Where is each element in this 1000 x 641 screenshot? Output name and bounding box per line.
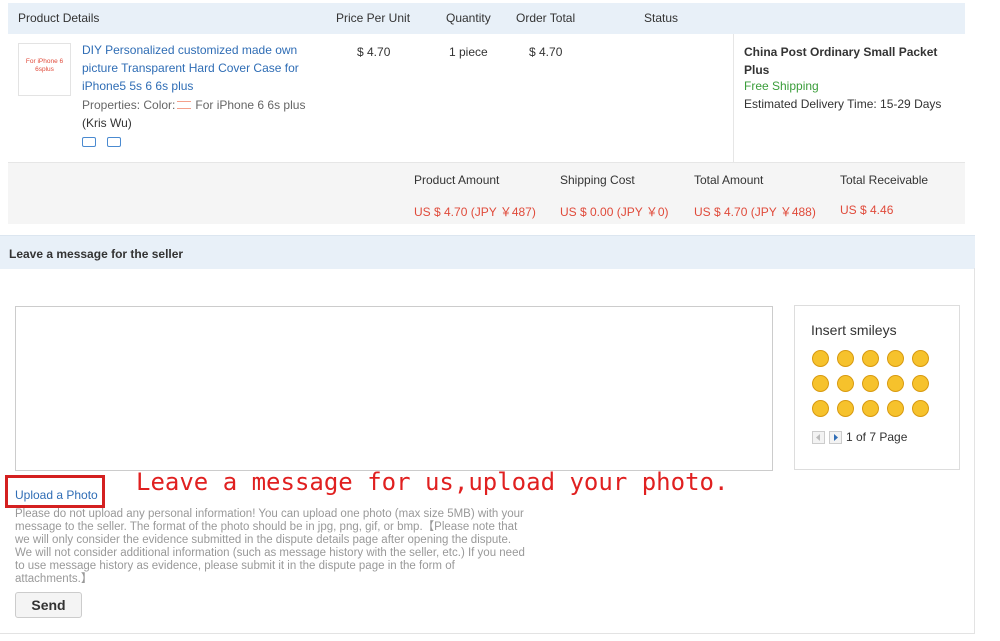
summary-label-total-receivable: Total Receivable — [840, 173, 929, 187]
annotation-text: Leave a message for us,upload your photo… — [136, 468, 729, 496]
smiley-icon[interactable] — [887, 375, 904, 392]
upload-photo-link[interactable]: Upload a Photo — [15, 488, 98, 502]
message-section-header: Leave a message for the seller — [0, 235, 975, 269]
properties-extra: (Kris Wu) — [82, 116, 132, 130]
return-icon[interactable] — [107, 137, 121, 147]
header-order-total: Order Total — [516, 11, 576, 25]
order-total: $ 4.70 — [529, 45, 563, 59]
smiley-icon[interactable] — [912, 375, 929, 392]
price-per-unit: $ 4.70 — [357, 45, 391, 59]
header-status: Status — [644, 11, 679, 25]
snapshot-icon[interactable] — [82, 137, 96, 147]
thumbnail-text: For iPhone 6 6splus — [25, 58, 64, 73]
smiley-icon[interactable] — [912, 350, 929, 367]
upload-notice: Please do not upload any personal inform… — [15, 508, 525, 585]
row-divider — [733, 34, 734, 162]
send-button[interactable]: Send — [15, 592, 82, 618]
smiley-icon[interactable] — [812, 400, 829, 417]
header-quantity: Quantity — [446, 11, 491, 25]
header-product-details: Product Details — [18, 11, 100, 25]
smiley-icon[interactable] — [837, 400, 854, 417]
summary-value-product-amount: US $ 4.70 (JPY ￥487) — [414, 205, 536, 219]
smiley-icon[interactable] — [862, 400, 879, 417]
order-table-header: Product Details Price Per Unit Quantity … — [8, 3, 965, 34]
quantity: 1 piece — [449, 45, 488, 59]
smiley-icon[interactable] — [837, 350, 854, 367]
header-price-per-unit: Price Per Unit — [336, 11, 411, 25]
summary-label-shipping-cost: Shipping Cost — [560, 173, 635, 187]
properties-value: For iPhone 6 6s plus — [195, 98, 306, 112]
shipping-method: China Post Ordinary Small Packet Plus — [744, 45, 938, 77]
smiley-icon[interactable] — [837, 375, 854, 392]
smiley-icon[interactable] — [887, 350, 904, 367]
shipping-cost-text: Free Shipping — [744, 79, 819, 93]
summary-value-total-amount: US $ 4.70 (JPY ￥488) — [694, 205, 816, 219]
message-textarea[interactable] — [15, 306, 773, 471]
properties-label: Properties: Color: — [82, 98, 176, 112]
product-title-link[interactable]: DIY Personalized customized made own pic… — [82, 41, 322, 95]
smiley-prev-button[interactable] — [812, 431, 825, 444]
smiley-icon[interactable] — [887, 400, 904, 417]
smiley-page-indicator: 1 of 7 Page — [846, 430, 908, 444]
product-properties: Properties: Color: For iPhone 6 6s plus (… — [82, 96, 327, 132]
chevron-right-icon — [834, 434, 838, 441]
summary-value-total-receivable: US $ 4.46 — [840, 203, 894, 217]
smiley-icon[interactable] — [862, 350, 879, 367]
message-heading: Leave a message for the seller — [9, 247, 184, 261]
color-swatch — [177, 101, 192, 110]
summary-label-product-amount: Product Amount — [414, 173, 500, 187]
smiley-icon[interactable] — [812, 375, 829, 392]
summary-value-shipping-cost: US $ 0.00 (JPY ￥0) — [560, 205, 669, 219]
smiley-panel-title: Insert smileys — [811, 322, 897, 338]
smiley-icon[interactable] — [862, 375, 879, 392]
chevron-left-icon — [816, 434, 820, 441]
smiley-icon[interactable] — [812, 350, 829, 367]
delivery-estimate: Estimated Delivery Time: 15-29 Days — [744, 97, 942, 111]
summary-label-total-amount: Total Amount — [694, 173, 764, 187]
smiley-next-button[interactable] — [829, 431, 842, 444]
smiley-icon[interactable] — [912, 400, 929, 417]
product-thumbnail[interactable]: For iPhone 6 6splus — [18, 43, 71, 96]
